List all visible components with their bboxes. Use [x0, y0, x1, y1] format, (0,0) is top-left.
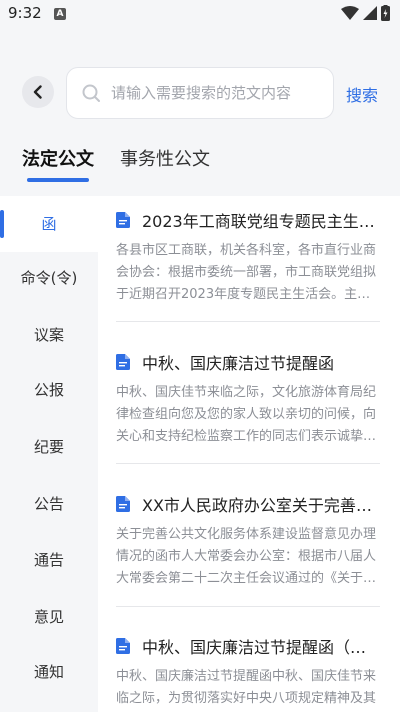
sidebar-item-label: 通知	[33, 663, 64, 681]
list-divider	[116, 321, 380, 322]
document-item[interactable]: 中秋、国庆廉洁过节提醒函 中秋、国庆佳节来临之际，文化旅游体育局纪律检查组向您及…	[116, 350, 380, 448]
header: 搜索 法定公文 事务性公文	[0, 28, 400, 196]
document-icon	[116, 496, 130, 512]
search-icon	[82, 84, 100, 102]
wifi-icon	[341, 6, 359, 20]
status-time: 9:32	[8, 4, 42, 22]
status-icons	[341, 5, 390, 21]
document-title-row: 中秋、国庆廉洁过节提醒函	[116, 350, 380, 374]
sidebar: 函 命令(令) 议案 公报 纪要 公告 通告 意见 通知	[0, 196, 98, 712]
sidebar-item-minutes[interactable]: 纪要	[0, 419, 98, 475]
document-icon	[116, 212, 130, 228]
search-input[interactable]	[111, 84, 321, 102]
back-button[interactable]	[22, 76, 54, 108]
search-box[interactable]	[66, 67, 334, 119]
content-area: 函 命令(令) 议案 公报 纪要 公告 通告 意见 通知 2023年工商联党组专…	[0, 196, 400, 712]
document-title-row: 中秋、国庆廉洁过节提醒函（镇纪委）	[116, 634, 380, 658]
notification-icon: A	[54, 8, 66, 20]
document-title: 中秋、国庆廉洁过节提醒函	[142, 354, 335, 373]
status-bar: 9:32 A	[0, 0, 400, 28]
sidebar-item-announcement[interactable]: 公告	[0, 476, 98, 532]
list-divider	[116, 606, 380, 607]
signal-icon	[363, 6, 377, 20]
sidebar-item-letter[interactable]: 函	[0, 196, 98, 252]
active-tab-indicator	[27, 178, 89, 182]
sidebar-item-label: 意见	[33, 608, 64, 626]
sidebar-item-label: 公告	[33, 495, 64, 513]
active-sidebar-marker	[0, 210, 4, 238]
document-title: 2023年工商联党组专题民主生活会征求意见函	[142, 212, 380, 231]
tab-statutory-documents[interactable]: 法定公文	[22, 145, 94, 171]
category-tabs: 法定公文 事务性公文	[0, 145, 400, 185]
sidebar-item-label: 议案	[33, 326, 64, 344]
sidebar-item-public-notice[interactable]: 通告	[0, 532, 98, 588]
document-icon	[116, 638, 130, 654]
document-summary: 中秋、国庆廉洁过节提醒函中秋、国庆佳节来临之际，为贯彻落实好中央八项规定精神及其…	[116, 669, 377, 706]
search-button[interactable]: 搜索	[346, 82, 378, 106]
sidebar-item-label: 公报	[33, 381, 64, 399]
sidebar-item-label: 通告	[33, 551, 64, 569]
sidebar-item-label: 函	[41, 215, 57, 233]
document-item[interactable]: 中秋、国庆廉洁过节提醒函（镇纪委） 中秋、国庆廉洁过节提醒函中秋、国庆佳节来临之…	[116, 634, 380, 712]
document-title: XX市人民政府办公室关于完善公共文化服务体系	[142, 496, 380, 515]
document-title-row: 2023年工商联党组专题民主生活会征求意见函	[116, 208, 380, 232]
document-icon	[116, 354, 130, 370]
sidebar-item-bulletin[interactable]: 公报	[0, 362, 98, 418]
document-item[interactable]: XX市人民政府办公室关于完善公共文化服务体系 关于完善公共文化服务体系建设监督意…	[116, 492, 380, 590]
sidebar-item-order[interactable]: 命令(令)	[0, 250, 98, 306]
sidebar-item-label: 命令(令)	[20, 269, 78, 287]
sidebar-item-opinion[interactable]: 意见	[0, 589, 98, 645]
document-item[interactable]: 2023年工商联党组专题民主生活会征求意见函 各县市区工商联，机关各科室，各市直…	[116, 208, 380, 306]
document-title-row: XX市人民政府办公室关于完善公共文化服务体系	[116, 492, 380, 516]
document-summary: 关于完善公共文化服务体系建设监督意见办理情况的函市人大常委会办公室：根据市八届人…	[116, 527, 377, 586]
list-divider	[116, 463, 380, 464]
battery-charging-icon	[381, 5, 390, 21]
document-title: 中秋、国庆廉洁过节提醒函（镇纪委）	[142, 638, 380, 657]
tab-administrative-documents[interactable]: 事务性公文	[120, 145, 210, 171]
document-summary: 各县市区工商联，机关各科室，各市直行业商会协会：根据市委统一部署，市工商联党组拟…	[116, 243, 377, 302]
document-summary: 中秋、国庆佳节来临之际，文化旅游体育局纪律检查组向您及您的家人致以亲切的问候，向…	[116, 385, 377, 444]
sidebar-item-motion[interactable]: 议案	[0, 307, 98, 363]
document-list: 2023年工商联党组专题民主生活会征求意见函 各县市区工商联，机关各科室，各市直…	[98, 196, 400, 712]
sidebar-item-notice[interactable]: 通知	[0, 644, 98, 700]
sidebar-item-label: 纪要	[33, 438, 64, 456]
chevron-left-icon	[33, 85, 42, 99]
